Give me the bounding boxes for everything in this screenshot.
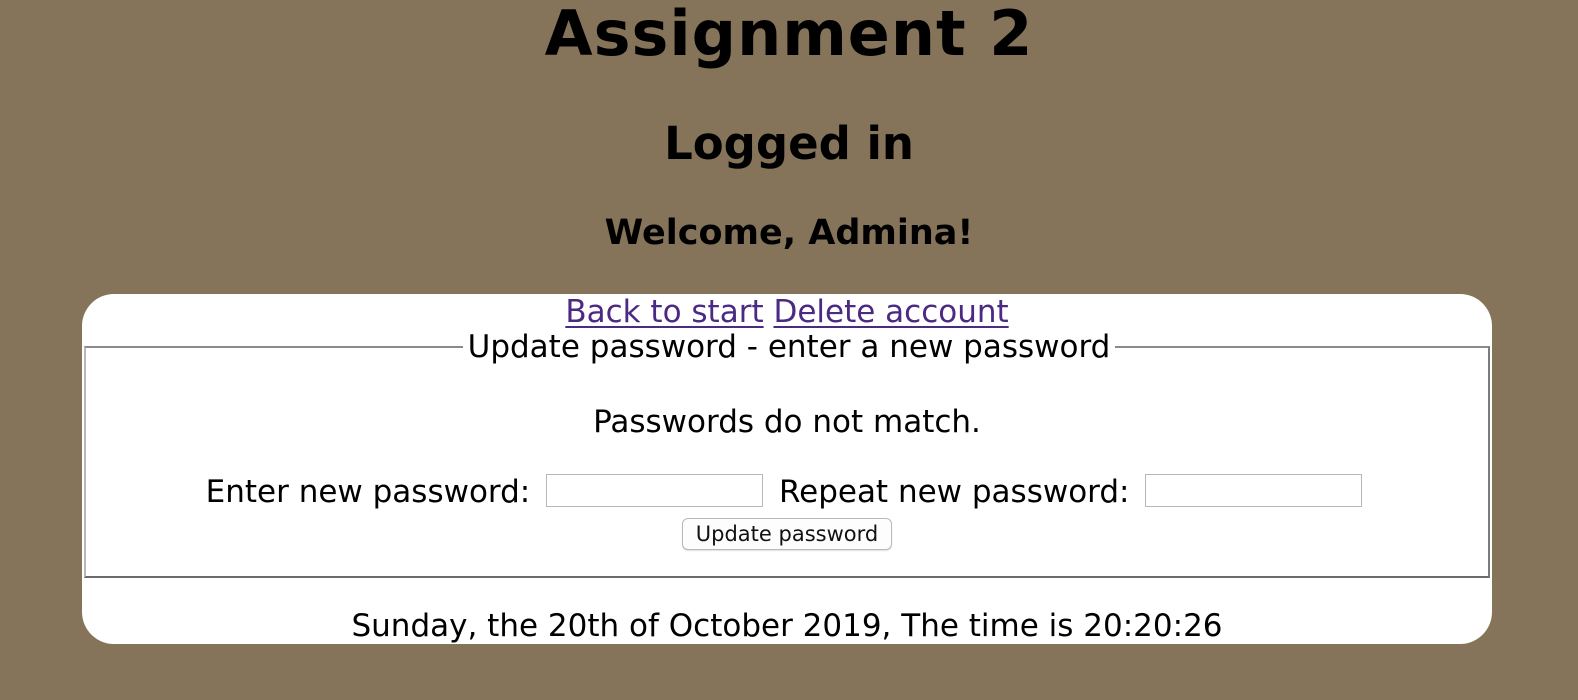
date-time-display: Sunday, the 20th of October 2019, The ti…: [351, 608, 1223, 644]
nav-links: Back to start Delete account: [82, 294, 1492, 330]
error-message: Passwords do not match.: [593, 404, 981, 440]
back-to-start-link[interactable]: Back to start: [565, 294, 763, 330]
fieldset-legend: Update password - enter a new password: [462, 329, 1116, 365]
delete-account-link[interactable]: Delete account: [773, 294, 1008, 330]
page-title: Assignment 2: [544, 0, 1034, 70]
update-password-fieldset: Update password - enter a new password P…: [84, 329, 1490, 578]
new-password-label: Enter new password:: [205, 474, 531, 510]
update-password-button[interactable]: Update password: [681, 518, 893, 550]
password-row: Enter new password: Repeat new password:: [86, 472, 1488, 512]
repeat-password-label: Repeat new password:: [778, 474, 1130, 510]
content-card: Back to start Delete account Update pass…: [82, 294, 1492, 644]
new-password-input[interactable]: [546, 474, 764, 507]
welcome-message: Welcome, Admina!: [604, 213, 974, 253]
logged-in-heading: Logged in: [664, 117, 914, 170]
repeat-password-input[interactable]: [1145, 474, 1363, 507]
